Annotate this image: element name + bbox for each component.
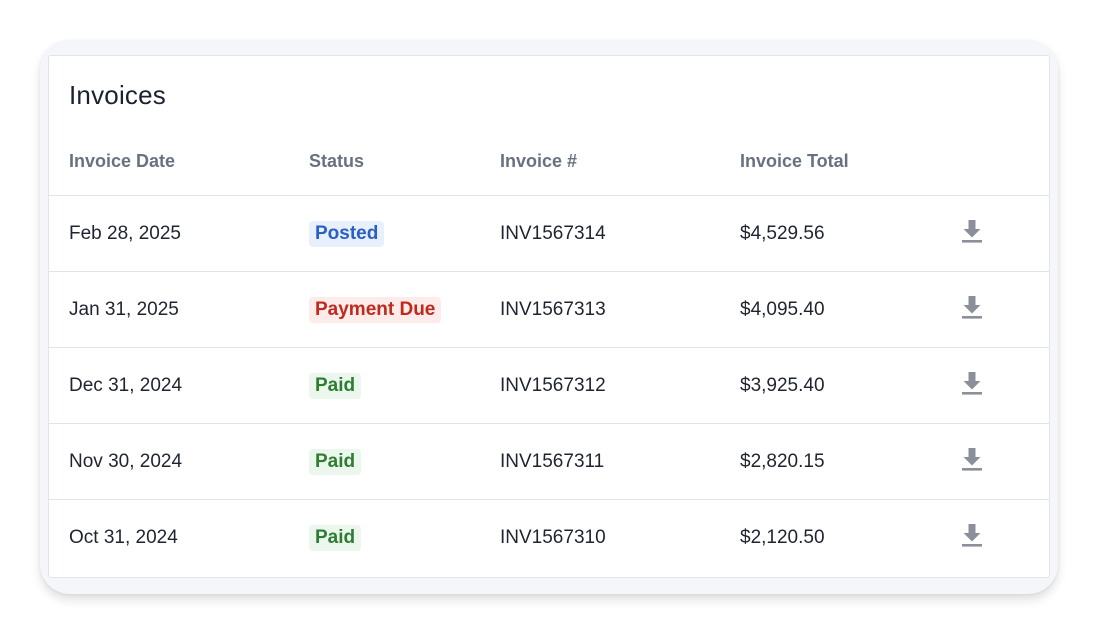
download-icon (962, 371, 982, 395)
invoice-total: $4,095.40 (740, 271, 960, 348)
status-badge: Paid (309, 524, 362, 551)
invoices-card: Invoices Invoice Date Status Invoice # I… (48, 55, 1050, 578)
actions-cell (960, 500, 1049, 576)
invoice-date: Feb 28, 2025 (49, 195, 309, 272)
actions-cell (960, 271, 1049, 348)
status-cell: Payment Due (309, 271, 500, 348)
table-row: Nov 30, 2024 Paid INV1567311 $2,820.15 (49, 423, 1049, 500)
download-button[interactable] (960, 446, 984, 472)
invoice-date: Jan 31, 2025 (49, 271, 309, 348)
download-icon (962, 447, 982, 471)
invoice-date: Dec 31, 2024 (49, 347, 309, 424)
header-invoice-total: Invoice Total (740, 128, 960, 196)
actions-cell (960, 347, 1049, 424)
invoices-table: Invoice Date Status Invoice # Invoice To… (49, 128, 1049, 575)
invoice-total: $4,529.56 (740, 195, 960, 272)
table-row: Feb 28, 2025 Posted INV1567314 $4,529.56 (49, 195, 1049, 272)
status-badge: Paid (309, 372, 362, 399)
download-icon (962, 295, 982, 319)
header-invoice-number: Invoice # (500, 128, 740, 196)
card-title: Invoices (69, 80, 166, 110)
invoice-number: INV1567312 (500, 347, 740, 424)
header-actions (960, 128, 1049, 196)
table-row: Oct 31, 2024 Paid INV1567310 $2,120.50 (49, 500, 1049, 576)
invoice-number: INV1567310 (500, 526, 606, 548)
invoice-total: $2,820.15 (740, 423, 960, 500)
status-cell: Paid (309, 500, 500, 576)
invoice-date: Oct 31, 2024 (69, 526, 178, 548)
status-badge: Posted (309, 220, 385, 247)
header-status: Status (309, 128, 500, 196)
download-button[interactable] (960, 294, 984, 320)
invoice-number: INV1567311 (500, 423, 740, 500)
actions-cell (960, 423, 1049, 500)
status-badge: Payment Due (309, 296, 442, 323)
status-cell: Posted (309, 195, 500, 272)
table-header-row: Invoice Date Status Invoice # Invoice To… (49, 128, 1049, 196)
invoice-number: INV1567313 (500, 271, 740, 348)
header-invoice-date: Invoice Date (49, 128, 309, 196)
invoice-number: INV1567314 (500, 195, 740, 272)
download-icon (962, 523, 982, 547)
invoice-date: Nov 30, 2024 (49, 423, 309, 500)
download-button[interactable] (960, 218, 984, 244)
invoice-total: $2,120.50 (740, 526, 825, 548)
status-cell: Paid (309, 423, 500, 500)
card-frame: Invoices Invoice Date Status Invoice # I… (40, 40, 1058, 594)
status-badge: Paid (309, 448, 362, 475)
download-button[interactable] (960, 370, 984, 396)
download-icon (962, 219, 982, 243)
table-row: Dec 31, 2024 Paid INV1567312 $3,925.40 (49, 347, 1049, 424)
download-button[interactable] (960, 522, 984, 548)
table-row: Jan 31, 2025 Payment Due INV1567313 $4,0… (49, 271, 1049, 348)
invoice-total: $3,925.40 (740, 347, 960, 424)
actions-cell (960, 195, 1049, 272)
status-cell: Paid (309, 347, 500, 424)
